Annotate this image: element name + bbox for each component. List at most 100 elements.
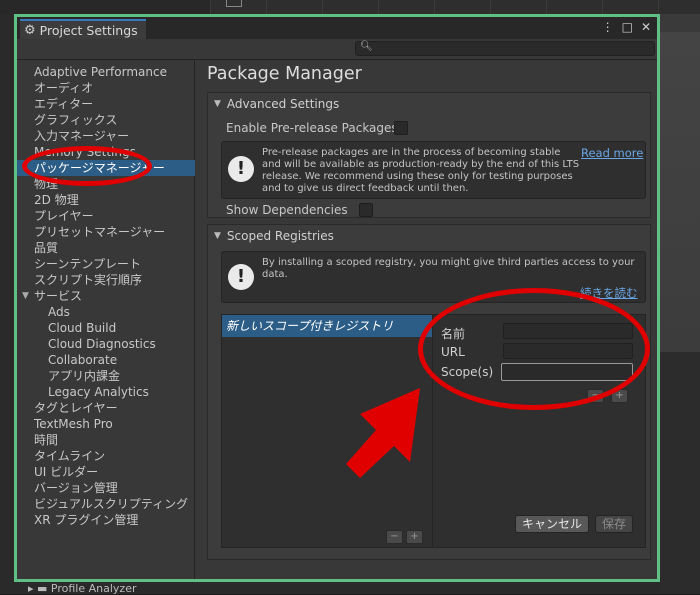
sidebar-item-audio[interactable]: オーディオ <box>17 80 195 96</box>
search-icon: 🔍︎ <box>360 41 373 52</box>
read-more-link[interactable]: Read more <box>581 146 643 160</box>
sidebar-item-adaptive-performance[interactable]: Adaptive Performance <box>17 64 195 80</box>
search-row: 🔍︎ <box>17 39 657 59</box>
editor-left-strip <box>0 14 14 594</box>
sidebar-item-label: シーンテンプレート <box>34 257 142 271</box>
add-registry-button[interactable]: + <box>406 530 423 544</box>
sidebar-item-visual-scripting[interactable]: ビジュアルスクリプティング <box>17 496 195 512</box>
page-title: Package Manager <box>207 64 362 84</box>
sidebar-item-script-execution-order[interactable]: スクリプト実行順序 <box>17 272 195 288</box>
sidebar-item-label: タイムライン <box>34 449 106 463</box>
sidebar-item-label: バージョン管理 <box>34 481 118 495</box>
sidebar-item-label: 2D 物理 <box>34 193 79 207</box>
warning-icon: ! <box>228 264 254 290</box>
sidebar-item-label: アプリ内課金 <box>48 369 121 383</box>
sidebar-item-graphics[interactable]: グラフィックス <box>17 112 195 128</box>
sidebar-item-cloud-build[interactable]: Cloud Build <box>17 320 195 336</box>
scoped-registries-header[interactable]: ▼ Scoped Registries <box>214 229 334 243</box>
sidebar-item-label: 品質 <box>34 241 59 255</box>
sidebar-item-label: Adaptive Performance <box>34 65 167 79</box>
folder-label: Profile Analyzer <box>50 582 137 595</box>
chevron-down-icon[interactable]: ▼ <box>22 288 29 304</box>
sidebar-item-label: タグとレイヤー <box>34 401 118 415</box>
sidebar-item-ui-builder[interactable]: UI ビルダー <box>17 464 195 480</box>
sidebar-item-label: プリセットマネージャー <box>34 225 166 239</box>
show-dependencies-checkbox[interactable] <box>359 203 373 217</box>
show-dependencies-label: Show Dependencies <box>226 203 348 217</box>
scene-grid <box>210 0 700 14</box>
sidebar-item-player[interactable]: プレイヤー <box>17 208 195 224</box>
sidebar-item-label: Collaborate <box>48 353 118 367</box>
prerelease-help-text: Pre-release packages are in the process … <box>262 147 580 194</box>
sidebar-item-label: UI ビルダー <box>34 465 99 479</box>
sidebar-item-label: スクリプト実行順序 <box>34 273 143 287</box>
sidebar-item-in-app-purchasing[interactable]: アプリ内課金 <box>17 368 195 384</box>
sidebar-item-physics-2d[interactable]: 2D 物理 <box>17 192 195 208</box>
sidebar-item-label: Ads <box>48 305 70 319</box>
window-tab[interactable]: ⚙ Project Settings <box>20 19 146 39</box>
inspector-fragment <box>660 352 700 594</box>
warning-icon: ! <box>228 156 254 182</box>
sidebar-item-version-control[interactable]: バージョン管理 <box>17 480 195 496</box>
prerelease-help-box: ! Pre-release packages are in the proces… <box>221 141 646 199</box>
foldout-arrow-icon: ▼ <box>214 99 221 109</box>
sidebar-item-quality[interactable]: 品質 <box>17 240 195 256</box>
window-title: Project Settings <box>39 22 138 38</box>
window-controls: ⋮ □ ✕ <box>602 20 651 34</box>
sidebar-item-label: プレイヤー <box>34 209 94 223</box>
sidebar-item-ads[interactable]: Ads <box>17 304 195 320</box>
annotation-circle-sidebar <box>22 146 152 186</box>
sidebar-item-input-manager[interactable]: 入力マネージャー <box>17 128 195 144</box>
registry-list-item[interactable]: 新しいスコープ付きレジストリ <box>222 315 432 337</box>
foldout-arrow-icon: ▼ <box>214 231 221 241</box>
sidebar-item-label: ビジュアルスクリプティング <box>34 497 189 511</box>
prerelease-label: Enable Pre-release Packages <box>226 121 398 135</box>
sidebar-item-cloud-diagnostics[interactable]: Cloud Diagnostics <box>17 336 195 352</box>
cancel-button[interactable]: キャンセル <box>515 515 590 533</box>
sidebar-item-label: オーディオ <box>34 81 94 95</box>
sidebar-item-editor[interactable]: エディター <box>17 96 195 112</box>
scene-view-fragment <box>660 32 700 352</box>
sidebar-item-label: Cloud Build <box>48 321 117 335</box>
sidebar-item-preset-manager[interactable]: プリセットマネージャー <box>17 224 195 240</box>
window-titlebar: ⚙ Project Settings ⋮ □ ✕ <box>17 17 657 39</box>
sidebar-item-services[interactable]: ▼ サービス <box>17 288 195 304</box>
gear-icon: ⚙ <box>24 22 36 38</box>
settings-sidebar: Adaptive Performance オーディオ エディター グラフィックス… <box>17 60 195 579</box>
search-input[interactable]: 🔍︎ <box>355 41 655 56</box>
annotation-circle-fields <box>418 288 650 410</box>
sidebar-item-label: Legacy Analytics <box>48 385 149 399</box>
sidebar-item-tags-layers[interactable]: タグとレイヤー <box>17 400 195 416</box>
scoped-help-text: By installing a scoped registry, you mig… <box>262 257 635 280</box>
section-title: Scoped Registries <box>226 229 334 243</box>
sidebar-item-collaborate[interactable]: Collaborate <box>17 352 195 368</box>
folder-item[interactable]: ▸ ▬ Profile Analyzer <box>28 582 137 595</box>
sidebar-item-label: エディター <box>34 97 94 111</box>
project-panel-strip: ▸ ▬ Profile Analyzer <box>14 582 660 595</box>
sidebar-item-xr-plugin-management[interactable]: XR プラグイン管理 <box>17 512 195 528</box>
sidebar-item-label: Cloud Diagnostics <box>48 337 156 351</box>
more-options-icon[interactable]: ⋮ <box>602 20 614 34</box>
editor-toolbar-background <box>0 0 700 14</box>
scene-gizmo <box>226 0 242 7</box>
maximize-icon[interactable]: □ <box>622 20 633 34</box>
sidebar-item-label: TextMesh Pro <box>34 417 113 431</box>
sidebar-item-label: グラフィックス <box>34 113 118 127</box>
sidebar-item-time[interactable]: 時間 <box>17 432 195 448</box>
close-icon[interactable]: ✕ <box>641 20 651 34</box>
sidebar-item-label: XR プラグイン管理 <box>34 513 139 527</box>
annotation-arrow-icon <box>346 388 420 478</box>
sidebar-item-label: 入力マネージャー <box>34 129 130 143</box>
advanced-settings-section: ▼ Advanced Settings Enable Pre-release P… <box>207 92 651 218</box>
advanced-settings-header[interactable]: ▼ Advanced Settings <box>214 97 339 111</box>
prerelease-checkbox[interactable] <box>394 121 408 135</box>
editor-right-panel <box>660 14 700 594</box>
sidebar-item-label: 時間 <box>34 433 59 447</box>
section-title: Advanced Settings <box>226 97 340 111</box>
remove-registry-button[interactable]: − <box>386 530 403 544</box>
sidebar-item-scene-template[interactable]: シーンテンプレート <box>17 256 195 272</box>
sidebar-item-timeline[interactable]: タイムライン <box>17 448 195 464</box>
sidebar-item-textmesh-pro[interactable]: TextMesh Pro <box>17 416 195 432</box>
sidebar-item-legacy-analytics[interactable]: Legacy Analytics <box>17 384 195 400</box>
save-button[interactable]: 保存 <box>595 515 634 533</box>
